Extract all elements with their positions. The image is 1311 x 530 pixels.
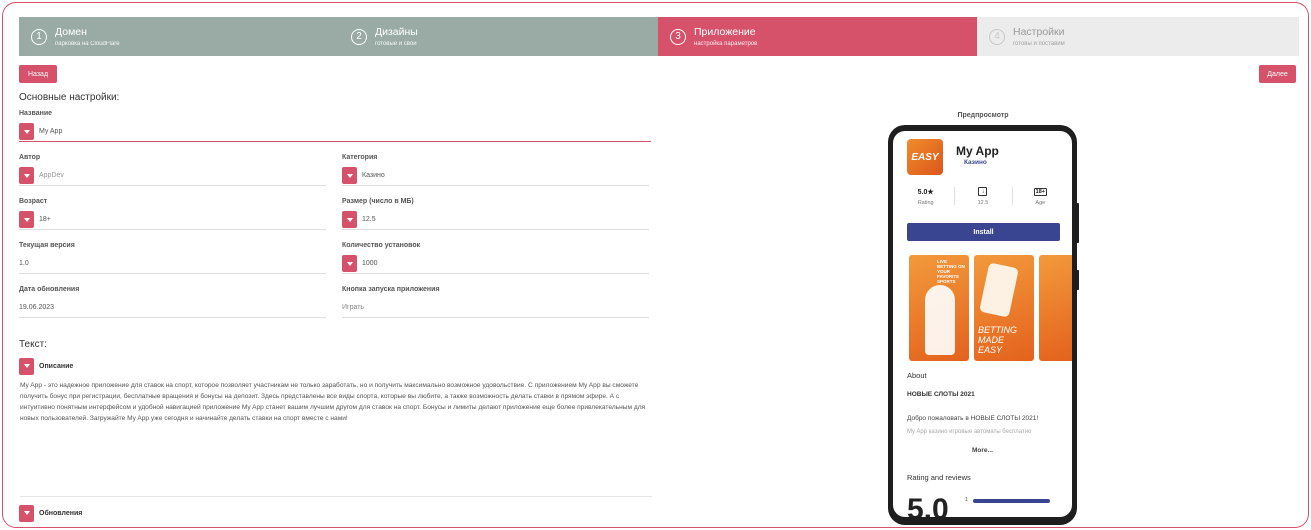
app-icon-text: EASY <box>911 151 939 163</box>
age-label: Возраст <box>19 198 48 205</box>
next-button[interactable]: Далее <box>1259 65 1296 83</box>
age-value: 18+ <box>39 216 51 223</box>
date-label: Дата обновления <box>19 286 80 293</box>
player-figure <box>925 285 955 355</box>
name-field[interactable]: My App <box>19 122 651 142</box>
chevron-down-icon[interactable] <box>19 504 34 522</box>
date-field[interactable]: 19.06.2023 <box>19 298 326 318</box>
step-subtitle: готовые и свои <box>375 41 417 47</box>
phone-side-button <box>1076 270 1079 290</box>
launch-button-label: Кнопка запуска приложения <box>342 286 440 293</box>
description-label: Описание <box>39 362 74 370</box>
category-value: Казино <box>362 172 385 179</box>
size-field[interactable]: 12.5 <box>342 210 649 230</box>
description-text[interactable]: My App - это надежное приложение для ста… <box>20 380 652 424</box>
launch-button-value: Играть <box>342 304 365 311</box>
app-icon: EASY <box>907 139 943 175</box>
step-number: 1 <box>31 28 47 45</box>
installs-value: 1000 <box>362 260 378 267</box>
step-title: Настройки <box>1013 26 1065 38</box>
rating-bar <box>973 499 1050 503</box>
installs-label: Количество установок <box>342 242 421 249</box>
chevron-down-icon[interactable] <box>342 167 357 184</box>
screenshot-caption: LIVE BETTING ON YOUR FAVORITE SPORTS <box>937 259 965 284</box>
installs-select[interactable]: 1000 <box>342 254 649 274</box>
step-subtitle: готовы и поставим <box>1013 41 1065 47</box>
step-designs[interactable]: 2 Дизайны готовые и свои <box>339 17 658 56</box>
size-stat-value: 12.5 <box>977 199 989 206</box>
step-title: Дизайны <box>375 26 418 38</box>
name-label: Название <box>19 110 53 117</box>
size-value: 12.5 <box>362 216 376 223</box>
name-value: My App <box>39 128 63 135</box>
app-name: My App <box>956 144 999 158</box>
bar-label: 1 <box>965 497 968 503</box>
back-button[interactable]: Назад <box>19 65 57 83</box>
rating-stat: 5.0★ Rating <box>897 181 954 211</box>
step-domain[interactable]: 1 Домен парковка на CloudFlare <box>19 17 339 56</box>
app-category: Казино <box>964 159 987 166</box>
about-faded-text: My App казино игровые автоматы бесплатно <box>907 429 1032 435</box>
download-icon: ↓ <box>978 187 988 196</box>
step-title: Домен <box>55 26 87 38</box>
step-subtitle: настройка параметров <box>694 41 758 47</box>
about-title: НОВЫЕ СЛОТЫ 2021 <box>907 391 975 398</box>
screenshot-tagline: BETTING MADE EASY <box>978 325 1018 355</box>
big-rating: 5.0 <box>907 493 949 517</box>
more-link[interactable]: More... <box>893 447 1072 454</box>
divider <box>20 496 652 497</box>
phone-screen: EASY My App Казино 5.0★ Rating ↓ 12.5 18… <box>893 131 1072 517</box>
stepper: 1 Домен парковка на CloudFlare 2 Дизайны г… <box>19 17 1299 56</box>
step-title: Приложение <box>694 26 756 38</box>
rating-value: 5.0★ <box>917 188 934 196</box>
screenshot-1: LIVE BETTING ON YOUR FAVORITE SPORTS <box>909 255 969 361</box>
text-heading: Текст: <box>19 339 47 350</box>
size-stat: ↓ 12.5 <box>954 181 1011 211</box>
age-badge: 18+ <box>1033 187 1047 196</box>
preview-label: Предпросмотр <box>957 112 1009 119</box>
chevron-down-icon[interactable] <box>19 211 34 228</box>
step-number: 3 <box>670 28 686 45</box>
screenshot-2: BETTING MADE EASY <box>974 255 1034 361</box>
version-value: 1.0 <box>19 260 29 267</box>
size-label: Размер (число в МБ) <box>342 198 414 205</box>
about-welcome: Добро пожаловать в НОВЫЕ СЛОТЫ 2021! <box>907 415 1039 422</box>
author-label: Автор <box>19 154 41 161</box>
version-label: Текущая версия <box>19 242 75 249</box>
chevron-down-icon[interactable] <box>19 123 34 140</box>
screenshot-3 <box>1039 255 1072 361</box>
install-button[interactable]: Install <box>907 223 1060 241</box>
phone-side-button <box>1076 203 1079 243</box>
reviews-heading: Rating and reviews <box>907 473 971 482</box>
author-field[interactable]: AppDev <box>19 166 326 186</box>
updates-label: Обновления <box>39 509 83 517</box>
chevron-down-icon[interactable] <box>19 357 34 375</box>
launch-button-field[interactable]: Играть <box>342 298 649 318</box>
updates-toggle[interactable]: Обновления <box>19 504 651 522</box>
chevron-down-icon[interactable] <box>342 255 357 272</box>
main-frame: 1 Домен парковка на CloudFlare 2 Дизайны г… <box>2 2 1309 528</box>
basic-settings-heading: Основные настройки: <box>19 92 120 103</box>
description-toggle[interactable]: Описание <box>19 357 651 375</box>
age-key: Age <box>1035 199 1046 206</box>
step-settings[interactable]: 4 Настройки готовы и поставим <box>977 17 1299 56</box>
category-label: Категория <box>342 154 378 161</box>
version-field[interactable]: 1.0 <box>19 254 326 274</box>
step-app[interactable]: 3 Приложение настройка параметров <box>658 17 977 56</box>
phone-preview: EASY My App Казино 5.0★ Rating ↓ 12.5 18… <box>888 125 1079 525</box>
author-value: AppDev <box>39 172 64 179</box>
step-number: 2 <box>351 28 367 45</box>
step-number: 4 <box>989 28 1005 45</box>
app-stats: 5.0★ Rating ↓ 12.5 18+ Age <box>897 181 1069 211</box>
category-select[interactable]: Казино <box>342 166 649 186</box>
about-heading: About <box>907 371 927 380</box>
age-stat: 18+ Age <box>1011 181 1069 211</box>
date-value: 19.06.2023 <box>19 304 55 311</box>
chevron-down-icon[interactable] <box>19 167 34 184</box>
step-subtitle: парковка на CloudFlare <box>55 41 120 47</box>
rating-key: Rating <box>917 199 934 206</box>
chevron-down-icon[interactable] <box>342 211 357 228</box>
age-select[interactable]: 18+ <box>19 210 326 230</box>
phone-mockup-figure <box>979 262 1019 318</box>
